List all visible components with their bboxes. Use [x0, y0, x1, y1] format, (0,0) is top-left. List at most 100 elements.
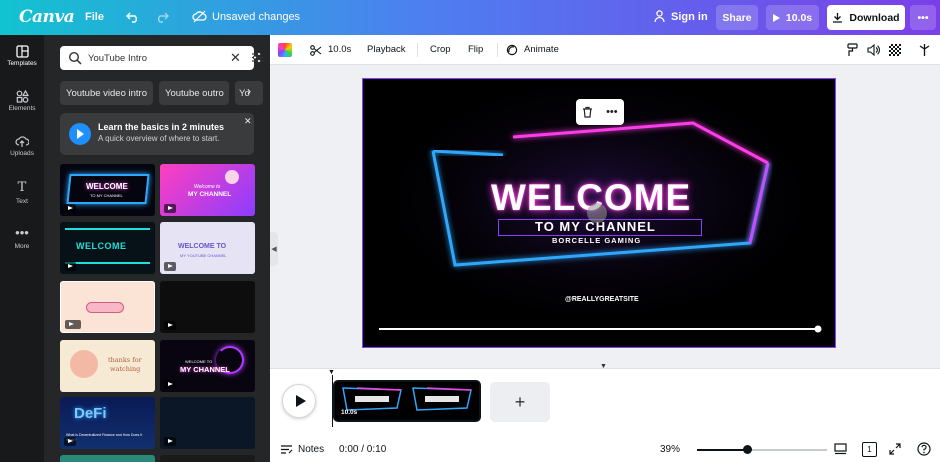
more-options-button[interactable]: •••: [910, 5, 936, 30]
chip-label: Youtube outro: [165, 87, 224, 99]
color-picker-icon[interactable]: [278, 43, 292, 57]
chevron-left-icon: ◀: [271, 246, 277, 253]
chip-youtube-outro[interactable]: Youtube outro: [159, 81, 229, 105]
redo-icon[interactable]: [155, 11, 169, 23]
divider: [417, 43, 418, 57]
rail-label: More: [14, 243, 30, 250]
scissors-icon[interactable]: [310, 45, 322, 56]
page-view-icon[interactable]: [834, 443, 847, 455]
crop-button[interactable]: Crop: [430, 44, 451, 55]
rail-item-elements[interactable]: Elements: [0, 90, 44, 130]
undo-icon[interactable]: [126, 11, 140, 23]
canvas-tagline[interactable]: BORCELLE GAMING: [552, 236, 641, 245]
play-icon: [296, 395, 306, 407]
filter-icon[interactable]: [251, 51, 264, 64]
elements-icon: [16, 90, 29, 103]
rail-label: Text: [16, 198, 28, 205]
fullscreen-icon[interactable]: [889, 443, 901, 455]
templates-icon: [15, 45, 29, 58]
file-menu[interactable]: File: [85, 11, 104, 23]
chip-youtube-video-intro[interactable]: Youtube video intro: [60, 81, 153, 105]
share-button[interactable]: Share: [716, 5, 758, 30]
copy-style-icon[interactable]: [918, 43, 931, 57]
template-thumb[interactable]: [60, 455, 155, 462]
play-circle-icon: [69, 123, 91, 145]
save-status: Unsaved changes: [212, 11, 301, 23]
rail-item-text[interactable]: T Text: [0, 180, 44, 220]
avatar: [225, 170, 239, 184]
video-badge-icon: [64, 437, 76, 446]
thumb-text: thanks for: [108, 356, 142, 364]
template-thumb[interactable]: WELCOME TO MY YOUTUBE CHANNEL: [160, 222, 255, 274]
thumb-text: WELCOME TO: [185, 359, 213, 364]
cloud-icon: [192, 10, 207, 23]
rail-item-more[interactable]: ••• More: [0, 225, 44, 265]
promo-title: Learn the basics in 2 minutes: [98, 122, 225, 132]
notes-icon[interactable]: [280, 444, 293, 455]
page-count-button[interactable]: 1: [862, 442, 877, 457]
page-count: 1: [867, 445, 872, 454]
present-button[interactable]: 10.0s: [766, 5, 819, 30]
promo-subtitle: A quick overview of where to start.: [98, 134, 220, 143]
play-overlay-icon[interactable]: [587, 203, 607, 223]
download-icon: [833, 13, 843, 23]
template-thumb[interactable]: WELCOME TO MY CHANNEL: [160, 340, 255, 392]
thumb-text: WELCOME: [86, 182, 128, 191]
illustration: [70, 350, 98, 378]
playback-button[interactable]: Playback: [367, 44, 406, 55]
template-thumb[interactable]: WELCOME TO MY CHANNEL: [60, 164, 155, 216]
paint-roller-icon[interactable]: [847, 43, 858, 57]
collapse-panel-button[interactable]: ◀: [270, 232, 278, 266]
close-icon[interactable]: ✕: [244, 116, 252, 127]
thumb-text: What is Decentralized Finance and How Do…: [66, 433, 143, 442]
divider: [65, 228, 150, 230]
clip-duration-label: 10.0s: [341, 409, 358, 416]
template-thumb[interactable]: Welcome to MY CHANNEL: [160, 164, 255, 216]
rail-item-templates[interactable]: Templates: [0, 45, 44, 85]
zoom-percentage[interactable]: 39%: [660, 444, 680, 455]
template-thumb[interactable]: WELCOME: [60, 222, 155, 274]
template-thumb[interactable]: [160, 281, 255, 333]
thumb-text: watching: [110, 365, 141, 373]
thumb-text: WELCOME TO: [178, 243, 227, 250]
download-label: Download: [849, 11, 900, 24]
search-icon: [68, 51, 82, 65]
download-button[interactable]: Download: [827, 5, 905, 30]
flip-button[interactable]: Flip: [468, 44, 483, 55]
share-label: Share: [722, 11, 752, 24]
floating-toolbar: •••: [576, 99, 624, 125]
thumb-text: MY CHANNEL: [180, 365, 230, 374]
template-thumb[interactable]: [160, 455, 255, 462]
add-page-button[interactable]: +: [490, 382, 550, 422]
clear-search-icon[interactable]: ✕: [230, 50, 241, 66]
clip-duration[interactable]: 10.0s: [328, 44, 351, 55]
help-icon[interactable]: [917, 442, 931, 456]
template-thumb[interactable]: [60, 281, 155, 333]
sign-in-button[interactable]: Sign in: [671, 11, 708, 23]
promo-card[interactable]: Learn the basics in 2 minutes A quick ov…: [60, 113, 254, 155]
rail-item-uploads[interactable]: Uploads: [0, 135, 44, 175]
search-input[interactable]: YouTube Intro: [88, 53, 147, 64]
chevron-right-icon[interactable]: ›: [247, 84, 251, 98]
animate-button[interactable]: Animate: [524, 44, 559, 55]
video-badge-icon: [64, 262, 76, 271]
volume-icon[interactable]: [867, 44, 880, 56]
rail-label: Elements: [8, 105, 36, 112]
thumb-text: WELCOME: [76, 241, 127, 251]
template-thumb[interactable]: DeFi What is Decentralized Finance and H…: [60, 397, 155, 449]
template-thumb[interactable]: [160, 397, 255, 449]
canva-logo[interactable]: Canva: [19, 7, 75, 27]
play-button[interactable]: [282, 384, 316, 418]
video-badge-icon: [164, 380, 176, 389]
trash-icon[interactable]: [582, 106, 593, 118]
timeline-clip[interactable]: 10.0s: [333, 380, 481, 422]
play-icon: [772, 13, 780, 22]
more-icon[interactable]: •••: [606, 106, 618, 118]
search-field[interactable]: YouTube Intro ✕: [60, 46, 263, 70]
uploads-icon: [15, 136, 29, 147]
notes-button[interactable]: Notes: [298, 444, 324, 455]
canvas-handle[interactable]: @REALLYGREATSITE: [565, 296, 639, 303]
transparency-icon[interactable]: [889, 44, 901, 56]
plus-icon: +: [514, 391, 526, 412]
template-thumb[interactable]: thanks for watching: [60, 340, 155, 392]
